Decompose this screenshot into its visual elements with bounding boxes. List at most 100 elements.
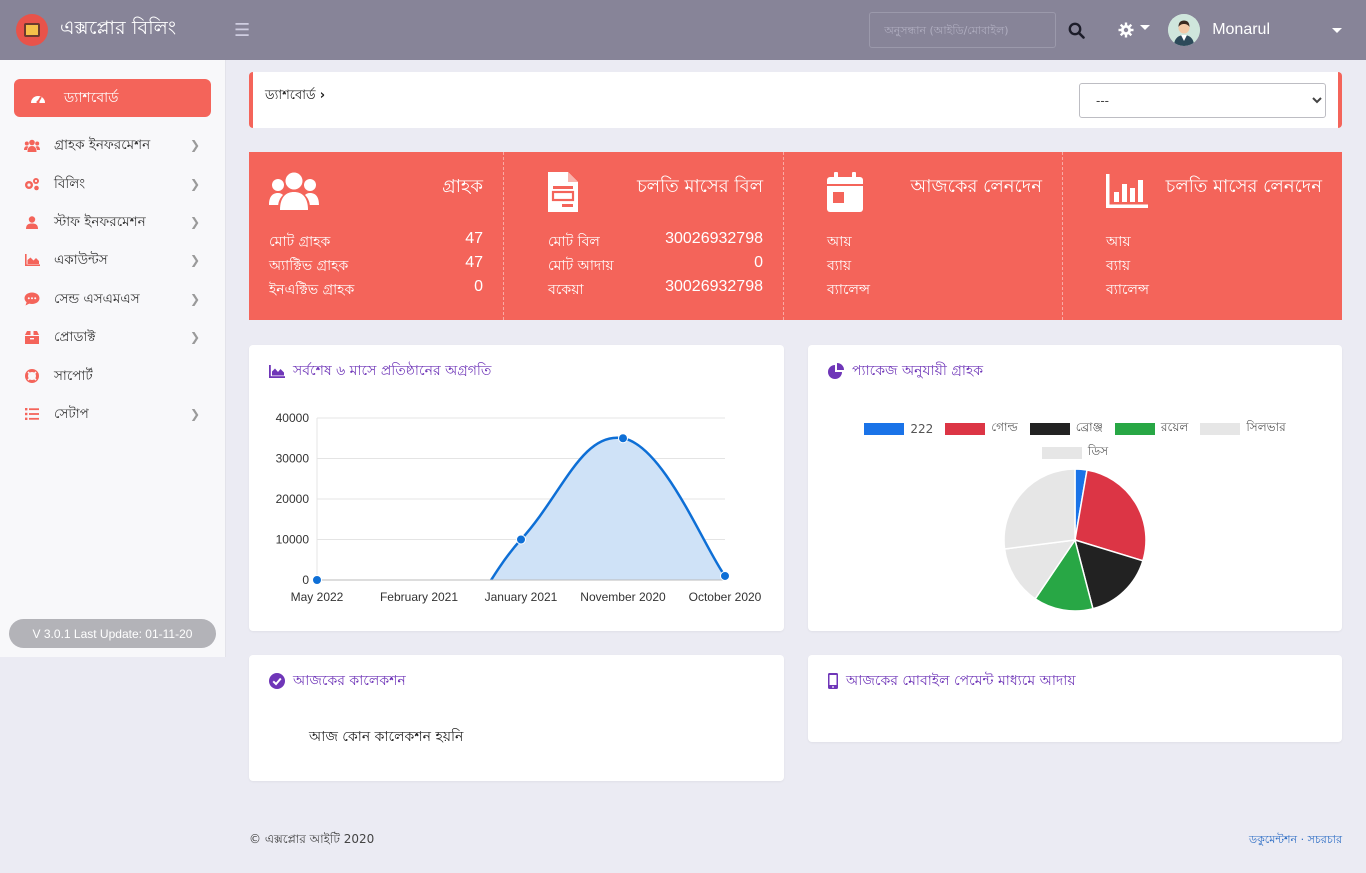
- sidebar-item-label: গ্রাহক ইনফরমেশন: [54, 136, 151, 153]
- stat-card-monthly-bill: চলতি মাসের বিল মোট বিল 30026932798 মোট আদ…: [504, 152, 784, 320]
- sidebar-item-setup[interactable]: সেটাপ ❯: [24, 399, 200, 429]
- stat-row: ব্যায়: [827, 254, 1042, 278]
- top-navbar: এক্সপ্লোর বিলিং ☰ অনুসন্ধান (আইডি/মোবাইল…: [0, 0, 1366, 60]
- stat-label: ব্যালেন্স: [1106, 282, 1149, 298]
- stat-row: মোট বিল 30026932798: [548, 230, 763, 254]
- data-point: [516, 534, 526, 545]
- area-chart: 0 10000 20000 30000 40000 May 2022 February 20…: [276, 411, 762, 604]
- invoice-icon: [548, 172, 578, 212]
- breadcrumb-item[interactable]: ড্যাশবোর্ড: [265, 88, 316, 103]
- sms-icon: [24, 292, 40, 306]
- today-collection-card: আজকের কালেকশন আজ কোন কালেকশন হয়নি: [249, 655, 784, 781]
- user-icon: [26, 215, 38, 229]
- x-tick-label: January 2021: [485, 590, 558, 604]
- chevron-right-icon: ❯: [189, 407, 200, 421]
- area-chart-icon: [24, 254, 40, 266]
- sidebar-item-product[interactable]: প্রোডাক্ট ❯: [24, 322, 200, 352]
- card-title: আজকের মোবাইল পেমেন্ট মাধ্যমে আদায়: [828, 669, 1076, 693]
- faq-link[interactable]: সচরচার: [1308, 833, 1342, 846]
- chevron-right-icon: ❯: [189, 253, 200, 267]
- stat-row: আয়: [827, 230, 1042, 254]
- progress-chart-card: সর্বশেষ ৬ মাসে প্রতিষ্ঠানের অগ্রগতি 0 100…: [249, 345, 784, 631]
- stat-title: চলতি মাসের বিল: [636, 176, 763, 197]
- search-input[interactable]: [869, 12, 1057, 48]
- stat-row: অ্যাক্টিভ গ্রাহক 47: [269, 254, 483, 278]
- hamburger-menu-icon[interactable]: ☰: [234, 20, 250, 41]
- stat-label: বকেয়া: [548, 282, 584, 298]
- data-point: [312, 575, 322, 585]
- stat-value: 0: [754, 254, 763, 271]
- package-pie-card: প্যাকেজ অনুযায়ী গ্রাহক 222 গোল্ড ব্রোঞ্জ র…: [808, 345, 1342, 631]
- sidebar-item-label: সেন্ড এসএমএস: [54, 290, 140, 307]
- stat-value: 47: [465, 254, 483, 271]
- documentation-link[interactable]: ডকুমেন্টশন: [1249, 833, 1297, 846]
- sidebar-item-customer-info[interactable]: গ্রাহক ইনফরমেশন ❯: [24, 130, 200, 160]
- data-point: [720, 570, 730, 581]
- card-title: আজকের কালেকশন: [269, 669, 406, 693]
- dashboard-icon: [31, 96, 45, 104]
- stat-label: মোট গ্রাহক: [269, 234, 331, 250]
- chevron-right-icon: ❯: [189, 177, 200, 191]
- chevron-right-icon: ❯: [189, 215, 200, 229]
- stat-row: ব্যায়: [1106, 254, 1322, 278]
- stat-row: আয়: [1106, 230, 1322, 254]
- box-icon: [25, 330, 39, 344]
- chevron-right-icon: ❯: [189, 330, 200, 344]
- stat-title: গ্রাহক: [442, 176, 483, 197]
- stat-label: ইনএক্টিভ গ্রাহক: [269, 282, 355, 298]
- chevron-down-icon: [1332, 27, 1342, 33]
- stat-row: ব্যালেন্স: [1106, 278, 1322, 302]
- brand-logo-icon: [16, 14, 48, 46]
- pie-chart: [1003, 468, 1147, 612]
- footer-copyright: © এক্সপ্লোর আইটি 2020: [249, 832, 375, 846]
- sidebar-item-label: প্রোডাক্ট: [54, 328, 96, 345]
- sidebar-item-label: সাপোর্ট: [54, 367, 93, 384]
- y-tick-label: 20000: [276, 492, 310, 506]
- period-select[interactable]: ---: [1079, 83, 1326, 118]
- chevron-down-icon: [1140, 24, 1151, 30]
- chevron-right-icon: ❯: [189, 292, 200, 306]
- stat-row: বকেয়া 30026932798: [548, 278, 763, 302]
- stat-title: আজকের লেনদেন: [910, 176, 1042, 197]
- brand[interactable]: এক্সপ্লোর বিলিং: [0, 0, 226, 60]
- bar-chart-icon: [1106, 174, 1148, 208]
- stat-label: মোট বিল: [548, 234, 600, 250]
- data-point: [618, 433, 628, 444]
- settings-dropdown[interactable]: [1118, 22, 1151, 38]
- sidebar-item-support[interactable]: সাপোর্ট: [24, 361, 200, 391]
- stat-value: 0: [474, 278, 483, 295]
- stat-row: মোট গ্রাহক 47: [269, 230, 483, 254]
- sidebar: ড্যাশবোর্ড গ্রাহক ইনফরমেশন ❯ বিলিং ❯ স্ট…: [0, 60, 226, 657]
- stat-label: ব্যায়: [1106, 258, 1131, 274]
- x-tick-label: October 2020: [689, 590, 762, 604]
- x-tick-label: November 2020: [580, 590, 666, 604]
- sidebar-item-send-sms[interactable]: সেন্ড এসএমএস ❯: [24, 284, 200, 314]
- stat-label: আয়: [1106, 234, 1131, 250]
- search-button[interactable]: [1056, 12, 1096, 48]
- stat-row: মোট আদায় 0: [548, 254, 763, 278]
- stat-value: 30026932798: [665, 230, 763, 247]
- users-icon: [24, 139, 40, 152]
- search-icon: [1068, 22, 1085, 39]
- stat-label: অ্যাক্টিভ গ্রাহক: [269, 258, 349, 274]
- sidebar-item-dashboard[interactable]: ড্যাশবোর্ড: [14, 79, 211, 117]
- sidebar-item-label: স্টাফ ইনফরমেশন: [54, 213, 146, 230]
- sidebar-item-staff-info[interactable]: স্টাফ ইনফরমেশন ❯: [24, 207, 200, 237]
- sidebar-item-billing[interactable]: বিলিং ❯: [24, 169, 200, 199]
- stat-label: ব্যায়: [827, 258, 852, 274]
- user-menu[interactable]: Monarul: [1168, 14, 1366, 46]
- avatar: [1168, 14, 1201, 46]
- y-tick-label: 30000: [276, 452, 310, 466]
- version-badge: V 3.0.1 Last Update: 01-11-20: [9, 619, 216, 648]
- check-circle-icon: [269, 673, 285, 689]
- sidebar-item-accounts[interactable]: একাউন্টস ❯: [24, 245, 200, 275]
- username: Monarul: [1212, 21, 1270, 38]
- stat-title: চলতি মাসের লেনদেন: [1165, 176, 1322, 197]
- chevron-right-icon: ❯: [189, 138, 200, 152]
- sidebar-item-label: ড্যাশবোর্ড: [64, 90, 119, 106]
- stat-card-today-transactions: আজকের লেনদেন আয় ব্যায় ব্যালেন্স: [784, 152, 1063, 320]
- sidebar-item-label: সেটাপ: [54, 405, 89, 422]
- list-icon: [25, 408, 39, 420]
- y-tick-label: 10000: [276, 533, 310, 547]
- chevron-right-icon: ›: [319, 88, 326, 103]
